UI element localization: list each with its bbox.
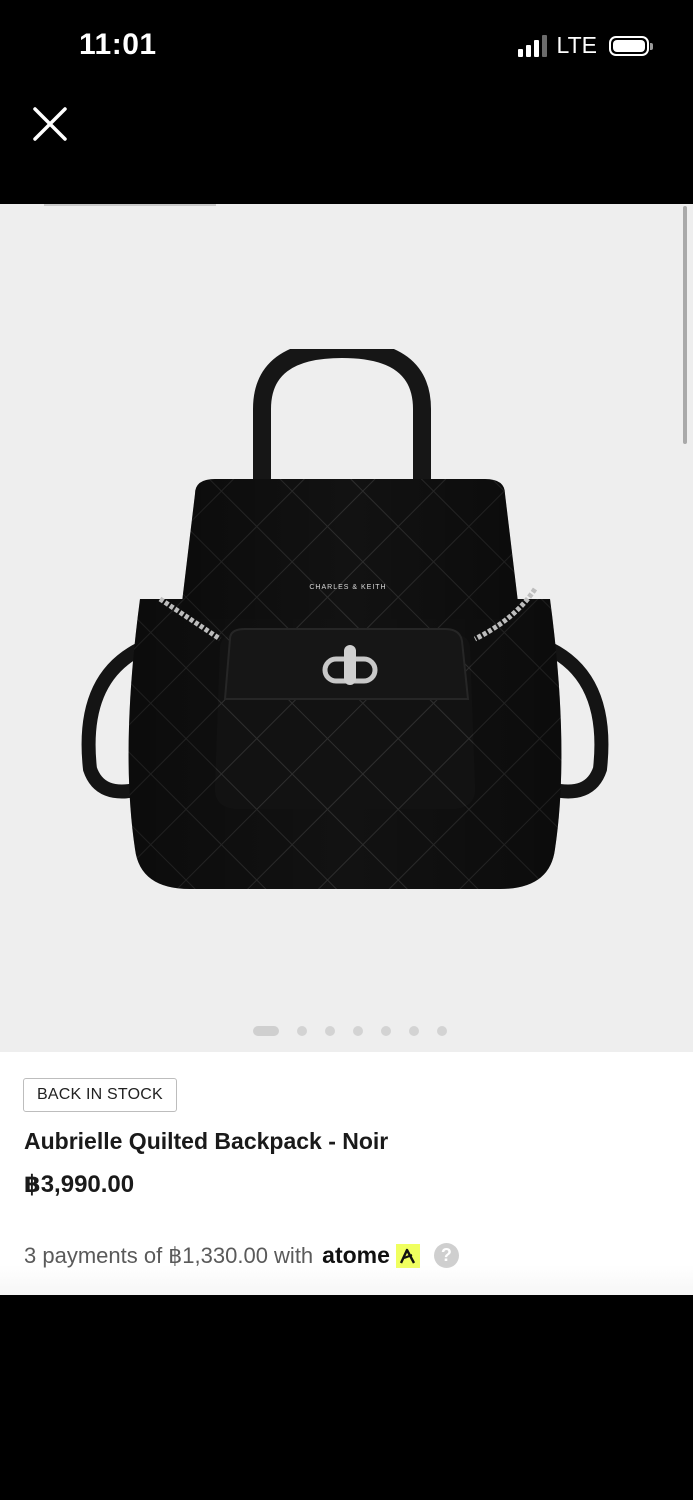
status-time: 11:01 — [79, 28, 157, 61]
pagination-dot-5[interactable] — [380, 1026, 391, 1036]
product-image-gallery[interactable]: CHARLES & KEITH — [0, 204, 693, 1052]
pagination-dot-6[interactable] — [408, 1026, 419, 1036]
gallery-pagination — [0, 1026, 693, 1036]
product-image[interactable]: CHARLES & KEITH — [80, 349, 610, 949]
pagination-dot-4[interactable] — [352, 1026, 363, 1036]
status-bar: 11:01 LTE — [0, 0, 693, 92]
svg-text:CHARLES & KEITH: CHARLES & KEITH — [309, 584, 386, 591]
pagination-dot-7[interactable] — [436, 1026, 447, 1036]
product-info: BACK IN STOCK Aubrielle Quilted Backpack… — [0, 1052, 693, 1295]
scrollbar[interactable] — [683, 206, 687, 444]
pagination-dot-3[interactable] — [324, 1026, 335, 1036]
battery-icon — [609, 35, 653, 56]
nav-bar — [0, 92, 693, 204]
signal-icon — [517, 34, 547, 57]
status-indicators: LTE — [517, 32, 653, 59]
close-icon — [33, 107, 67, 141]
product-name: Aubrielle Quilted Backpack - Noir — [24, 1128, 389, 1154]
stock-badge: BACK IN STOCK — [23, 1078, 177, 1112]
bottom-bar — [0, 1295, 693, 1500]
atome-logo-icon — [395, 1243, 420, 1268]
pagination-dot-2[interactable] — [296, 1026, 307, 1036]
gallery-top-divider — [44, 204, 216, 206]
network-label: LTE — [556, 32, 597, 58]
pagination-dot-1[interactable] — [252, 1026, 279, 1036]
close-button[interactable] — [30, 104, 70, 144]
bottom-fade — [0, 1265, 693, 1295]
product-price: ฿3,990.00 — [24, 1171, 135, 1198]
